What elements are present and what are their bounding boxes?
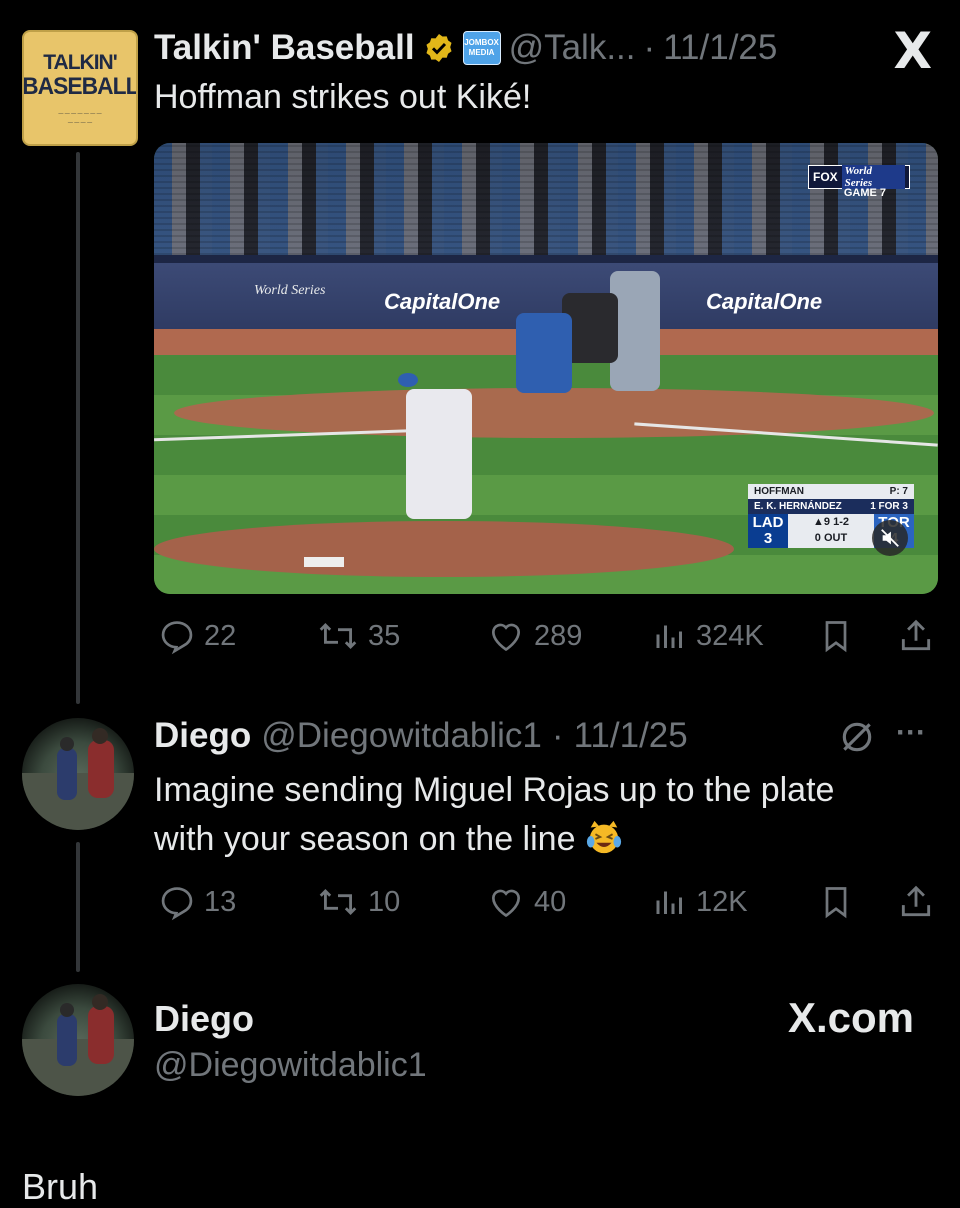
reply-icon bbox=[161, 621, 193, 655]
caption-text: Bruh bbox=[22, 1166, 99, 1207]
pitcher-cap bbox=[398, 373, 418, 387]
broadcast-badge: FOX World Series bbox=[808, 165, 910, 189]
share-icon bbox=[901, 619, 931, 651]
verified-badge-icon bbox=[426, 34, 452, 62]
profile-card-handle[interactable]: @Diegowitdablic1 bbox=[154, 1046, 427, 1085]
tweet2-reply-button[interactable]: 13 bbox=[158, 883, 236, 921]
tweet2-handle[interactable]: @Diegowitdablic1 bbox=[261, 716, 542, 756]
video-home-plate-dirt bbox=[174, 388, 934, 438]
tweet2-share-button[interactable] bbox=[896, 883, 936, 921]
tweet2-header: Diego @Diegowitdablic1 · 11/1/25 bbox=[154, 714, 688, 758]
tweet1-repost-button[interactable]: 35 bbox=[316, 617, 400, 655]
wall-ad-2: CapitalOne bbox=[706, 289, 823, 314]
grok-icon[interactable] bbox=[838, 718, 876, 761]
talkin-baseball-avatar[interactable]: TALKIN' BASEBALL — — — — — — — — — — — bbox=[22, 30, 138, 146]
tweet1-handle[interactable]: @Talk... bbox=[509, 28, 636, 68]
scoreboard-team-name: LAD bbox=[752, 514, 784, 531]
diego-avatar[interactable] bbox=[22, 718, 134, 830]
tweet2-views-button[interactable]: 12K bbox=[652, 883, 748, 921]
repost-icon bbox=[319, 888, 357, 916]
tweet2-text-line2-wrap: with your season on the line bbox=[154, 815, 934, 864]
scoreboard-situation: ▲9 1-2 0 OUT bbox=[788, 514, 874, 548]
diego-profile-avatar[interactable] bbox=[22, 984, 134, 1096]
heart-icon bbox=[491, 889, 521, 918]
avatar-photo-icon bbox=[22, 728, 134, 830]
tweet1-date[interactable]: 11/1/25 bbox=[663, 28, 777, 68]
scoreboard-team-score: 3 bbox=[763, 530, 773, 547]
scoreboard-team: LAD 3 bbox=[748, 514, 788, 548]
pitching-rubber bbox=[304, 557, 344, 567]
thread-line-2 bbox=[76, 842, 80, 972]
tweet1-share-button[interactable] bbox=[896, 617, 936, 655]
tweet2-repost-count: 10 bbox=[368, 885, 401, 918]
scoreboard-inning: ▲9 1-2 bbox=[813, 516, 849, 528]
avatar-logo-line1: TALKIN' bbox=[43, 51, 117, 74]
tweet1-author-name[interactable]: Talkin' Baseball bbox=[154, 28, 415, 68]
avatar-logo-fineprint: — — — — — — — bbox=[58, 111, 102, 117]
video-pitchers-mound bbox=[154, 521, 734, 577]
tweet1-dot: · bbox=[643, 28, 656, 67]
reply-icon bbox=[161, 887, 193, 921]
tweet1-views-button[interactable]: 324K bbox=[652, 617, 764, 655]
affiliate-badge-icon: JOMBOX MEDIA bbox=[462, 31, 501, 65]
tweet1-views-count: 324K bbox=[696, 619, 764, 652]
tweet2-date[interactable]: 11/1/25 bbox=[574, 716, 688, 756]
tweet2-text-line2: with your season on the line bbox=[154, 820, 576, 858]
tweet2-reply-count: 13 bbox=[204, 885, 237, 918]
video-wall-top bbox=[154, 255, 938, 263]
tweet1-like-button[interactable]: 289 bbox=[486, 617, 582, 655]
tweet2-repost-button[interactable]: 10 bbox=[316, 883, 400, 921]
tweet2-text-line1: Imagine sending Miguel Rojas up to the p… bbox=[154, 771, 835, 809]
avatar-logo-line2: BASEBALL bbox=[22, 73, 138, 100]
tweet2-text: Imagine sending Miguel Rojas up to the p… bbox=[154, 766, 934, 864]
heart-icon bbox=[491, 623, 521, 652]
tweet1-text: Hoffman strikes out Kiké! bbox=[154, 78, 532, 116]
tweet2-like-count: 40 bbox=[534, 885, 567, 918]
tweet1-reply-button[interactable]: 22 bbox=[158, 617, 236, 655]
affiliate-badge-line2: MEDIA bbox=[468, 48, 495, 57]
fox-logo: FOX bbox=[813, 170, 838, 184]
affiliate-badge-line1: JOMBOX bbox=[464, 38, 499, 47]
scoreboard-batter-row: E. K. HERNÁNDEZ 1 FOR 3 bbox=[748, 499, 914, 514]
scoreboard-pitcher: HOFFMAN bbox=[754, 486, 804, 497]
profile-card-name[interactable]: Diego bbox=[154, 998, 254, 1040]
tweet2-author-name[interactable]: Diego bbox=[154, 716, 251, 756]
wall-ad-1: CapitalOne bbox=[384, 289, 501, 314]
tweet2-like-button[interactable]: 40 bbox=[486, 883, 566, 921]
mute-icon[interactable] bbox=[872, 520, 908, 556]
pitcher-figure bbox=[406, 389, 472, 519]
tweet2-dot: · bbox=[551, 716, 564, 755]
scoreboard-batter: E. K. HERNÁNDEZ bbox=[754, 501, 842, 512]
wall-world-series-logo: World Series bbox=[254, 283, 326, 298]
scoreboard-pitcher-row: HOFFMAN P: 7 bbox=[748, 484, 914, 499]
scoreboard-outs: 0 OUT bbox=[814, 532, 848, 544]
bookmark-icon bbox=[825, 621, 847, 653]
tweet1-bookmark-button[interactable] bbox=[818, 617, 854, 655]
video-netting bbox=[154, 143, 938, 255]
views-icon bbox=[656, 625, 682, 648]
more-options-icon[interactable]: ··· bbox=[896, 716, 926, 750]
bookmark-icon bbox=[825, 887, 847, 919]
tweet1-video[interactable]: World Series CapitalOne CapitalOne FOX W… bbox=[154, 143, 938, 594]
laughing-tears-emoji-icon bbox=[586, 820, 622, 854]
x-logo-icon[interactable]: X bbox=[893, 22, 932, 80]
avatar-photo-icon bbox=[22, 994, 134, 1096]
share-icon bbox=[901, 885, 931, 917]
repost-icon bbox=[319, 622, 357, 650]
broadcast-series: World Series bbox=[841, 165, 905, 189]
game-label: GAME 7 bbox=[843, 187, 886, 199]
catcher-figure bbox=[516, 313, 572, 393]
tweet1-repost-count: 35 bbox=[368, 619, 401, 652]
avatar-logo-sponsor: — — — — bbox=[67, 120, 93, 126]
tweet1-header: Talkin' Baseball JOMBOX MEDIA @Talk... ·… bbox=[154, 26, 777, 70]
views-icon bbox=[656, 891, 682, 914]
tweet1-reply-count: 22 bbox=[204, 619, 237, 652]
scoreboard-pitch-count: P: 7 bbox=[889, 486, 908, 497]
tweet1-like-count: 289 bbox=[534, 619, 583, 652]
tweet2-views-count: 12K bbox=[696, 885, 748, 918]
thread-line-1 bbox=[76, 152, 80, 704]
tweet2-bookmark-button[interactable] bbox=[818, 883, 854, 921]
scoreboard-batter-line: 1 FOR 3 bbox=[870, 501, 908, 512]
xcom-watermark: X.com bbox=[787, 994, 914, 1041]
